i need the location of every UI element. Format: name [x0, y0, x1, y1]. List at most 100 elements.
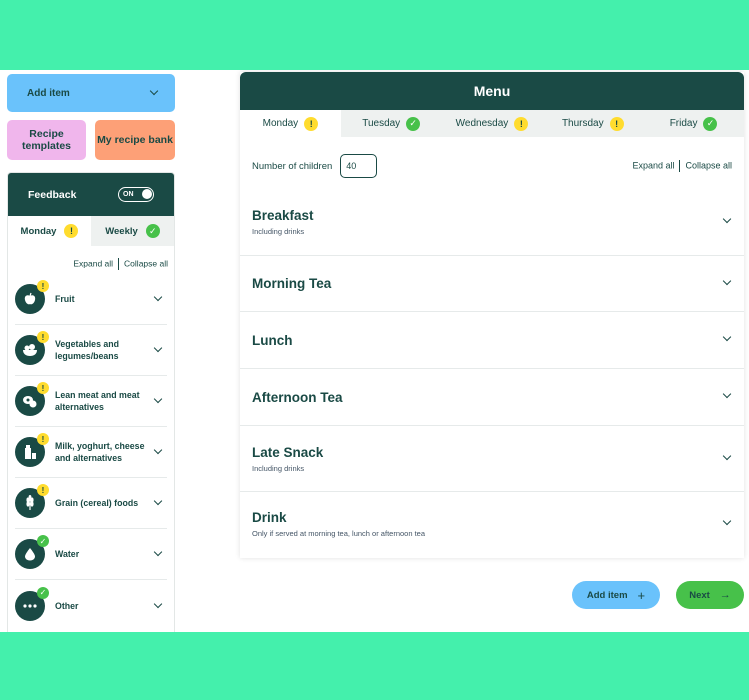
collapse-all-link[interactable]: Collapse all [685, 160, 732, 170]
food-group-list: ! Fruit ! Vegetables and legumes/beans !… [8, 274, 174, 631]
chevron-down-icon [153, 496, 163, 506]
feedback-toggle-label: ON [123, 191, 134, 198]
food-group-grain[interactable]: ! Grain (cereal) foods [15, 478, 167, 529]
warning-icon: ! [37, 331, 49, 343]
plus-icon: + [637, 587, 646, 603]
meal-title: Breakfast [252, 208, 314, 223]
check-icon: ✓ [406, 116, 421, 131]
day-tabs: Monday ! Tuesday ✓ Wednesday ! Thursday … [240, 110, 744, 137]
warning-icon: ! [64, 224, 79, 238]
arrow-right-icon: → [719, 589, 731, 601]
tab-feedback-weekly[interactable]: Weekly ✓ [91, 216, 174, 246]
tab-tuesday[interactable]: Tuesday ✓ [340, 110, 442, 137]
food-group-dairy[interactable]: ! Milk, yoghurt, cheese and alternatives [15, 427, 167, 478]
food-group-water[interactable]: ✓ Water [15, 529, 167, 580]
check-icon: ✓ [37, 535, 49, 547]
meal-morning-tea[interactable]: Morning Tea [240, 256, 744, 312]
water-drop-icon: ✓ [15, 535, 49, 569]
recipe-buttons-row: Recipe templates My recipe bank [7, 120, 175, 160]
meal-breakfast[interactable]: Breakfast Including drinks [240, 189, 744, 256]
meal-subtitle: Including drinks [252, 227, 305, 236]
chevron-down-icon [153, 599, 163, 608]
wheat-icon: ! [15, 484, 49, 518]
add-item-label: Add item [586, 589, 628, 601]
menu-expand-collapse: Expand all Collapse all [632, 160, 732, 172]
meal-title: Afternoon Tea [252, 389, 343, 405]
toggle-knob [142, 189, 152, 199]
warning-icon: ! [514, 116, 529, 131]
food-group-label: Fruit [55, 294, 75, 304]
tab-label: Monday [262, 118, 299, 129]
chevron-down-icon [153, 445, 163, 455]
tab-wednesday[interactable]: Wednesday ! [441, 110, 543, 137]
children-label: Number of children [252, 160, 333, 172]
more-icon: ✓ [15, 586, 49, 621]
tab-label: Wednesday [455, 118, 509, 129]
chevron-down-icon [153, 547, 163, 557]
meal-title: Morning Tea [252, 276, 332, 291]
food-group-label: Grain (cereal) foods [55, 498, 139, 508]
milk-icon: ! [15, 433, 49, 467]
meal-drink[interactable]: Drink Only if served at morning tea, lun… [240, 492, 744, 555]
warning-icon: ! [37, 484, 49, 496]
add-item-dropdown-label: Add item [27, 87, 70, 99]
menu-panel: Menu Monday ! Tuesday ✓ Wednesday ! Thur… [240, 72, 744, 558]
divider [679, 160, 681, 172]
tab-label: Friday [669, 118, 698, 129]
food-group-label: Lean meat and meat alternatives [55, 390, 140, 412]
recipe-bank-button[interactable]: My recipe bank [95, 120, 175, 160]
chevron-down-icon [153, 394, 163, 404]
tab-feedback-monday[interactable]: Monday ! [8, 216, 91, 246]
food-group-label: Other [55, 600, 79, 611]
meal-subtitle: Only if served at morning tea, lunch or … [252, 528, 426, 538]
tab-thursday[interactable]: Thursday ! [542, 110, 644, 137]
food-group-label: Water [55, 549, 80, 559]
recipe-templates-button[interactable]: Recipe templates [7, 120, 86, 160]
food-group-vegetables[interactable]: ! Vegetables and legumes/beans [15, 325, 167, 376]
warning-icon: ! [304, 116, 319, 131]
menu-title: Menu [240, 72, 744, 110]
check-icon: ✓ [37, 586, 49, 599]
feedback-expand-collapse: Expand all Collapse all [8, 246, 174, 274]
check-icon: ✓ [703, 116, 718, 131]
feedback-title: Feedback [28, 188, 77, 201]
meat-icon: ! [15, 382, 49, 416]
apple-icon: ! [15, 280, 49, 314]
add-item-button[interactable]: Add item + [572, 581, 660, 609]
warning-icon: ! [37, 433, 49, 445]
feedback-header: Feedback ON [8, 173, 174, 216]
feedback-toggle[interactable]: ON [118, 187, 154, 202]
children-input[interactable] [340, 154, 378, 178]
meal-lunch[interactable]: Lunch [240, 312, 744, 369]
chevron-down-icon [153, 292, 163, 302]
check-icon: ✓ [145, 224, 160, 238]
food-group-meat[interactable]: ! Lean meat and meat alternatives [15, 376, 167, 427]
children-count: Number of children [252, 154, 378, 178]
food-group-label: Vegetables and legumes/beans [55, 339, 120, 361]
meal-afternoon-tea[interactable]: Afternoon Tea [240, 369, 744, 426]
meal-title: Late Snack [252, 444, 324, 460]
meal-late-snack[interactable]: Late Snack Including drinks [240, 426, 744, 492]
tab-label: Weekly [105, 225, 138, 237]
food-group-other[interactable]: ✓ Other [15, 580, 167, 631]
add-item-dropdown[interactable]: Add item [7, 74, 175, 112]
next-label: Next [689, 589, 710, 601]
warning-icon: ! [37, 280, 49, 292]
menu-controls: Number of children Expand all Collapse al… [240, 143, 744, 189]
collapse-all-link[interactable]: Collapse all [124, 258, 168, 268]
meal-title: Drink [252, 509, 287, 525]
expand-all-link[interactable]: Expand all [73, 258, 113, 268]
app-window: Add item Recipe templates My recipe bank… [0, 70, 749, 632]
vegetable-bowl-icon: ! [15, 331, 49, 365]
warning-icon: ! [37, 382, 49, 394]
tab-monday[interactable]: Monday ! [240, 110, 341, 137]
chevron-down-icon [153, 343, 163, 353]
expand-all-link[interactable]: Expand all [632, 160, 674, 170]
next-button[interactable]: Next → [676, 581, 744, 609]
meal-title: Lunch [252, 332, 293, 348]
food-group-fruit[interactable]: ! Fruit [15, 274, 167, 325]
tab-friday[interactable]: Friday ✓ [643, 110, 744, 137]
meal-subtitle: Including drinks [252, 463, 305, 473]
tab-label: Thursday [561, 118, 604, 129]
divider [118, 258, 120, 270]
